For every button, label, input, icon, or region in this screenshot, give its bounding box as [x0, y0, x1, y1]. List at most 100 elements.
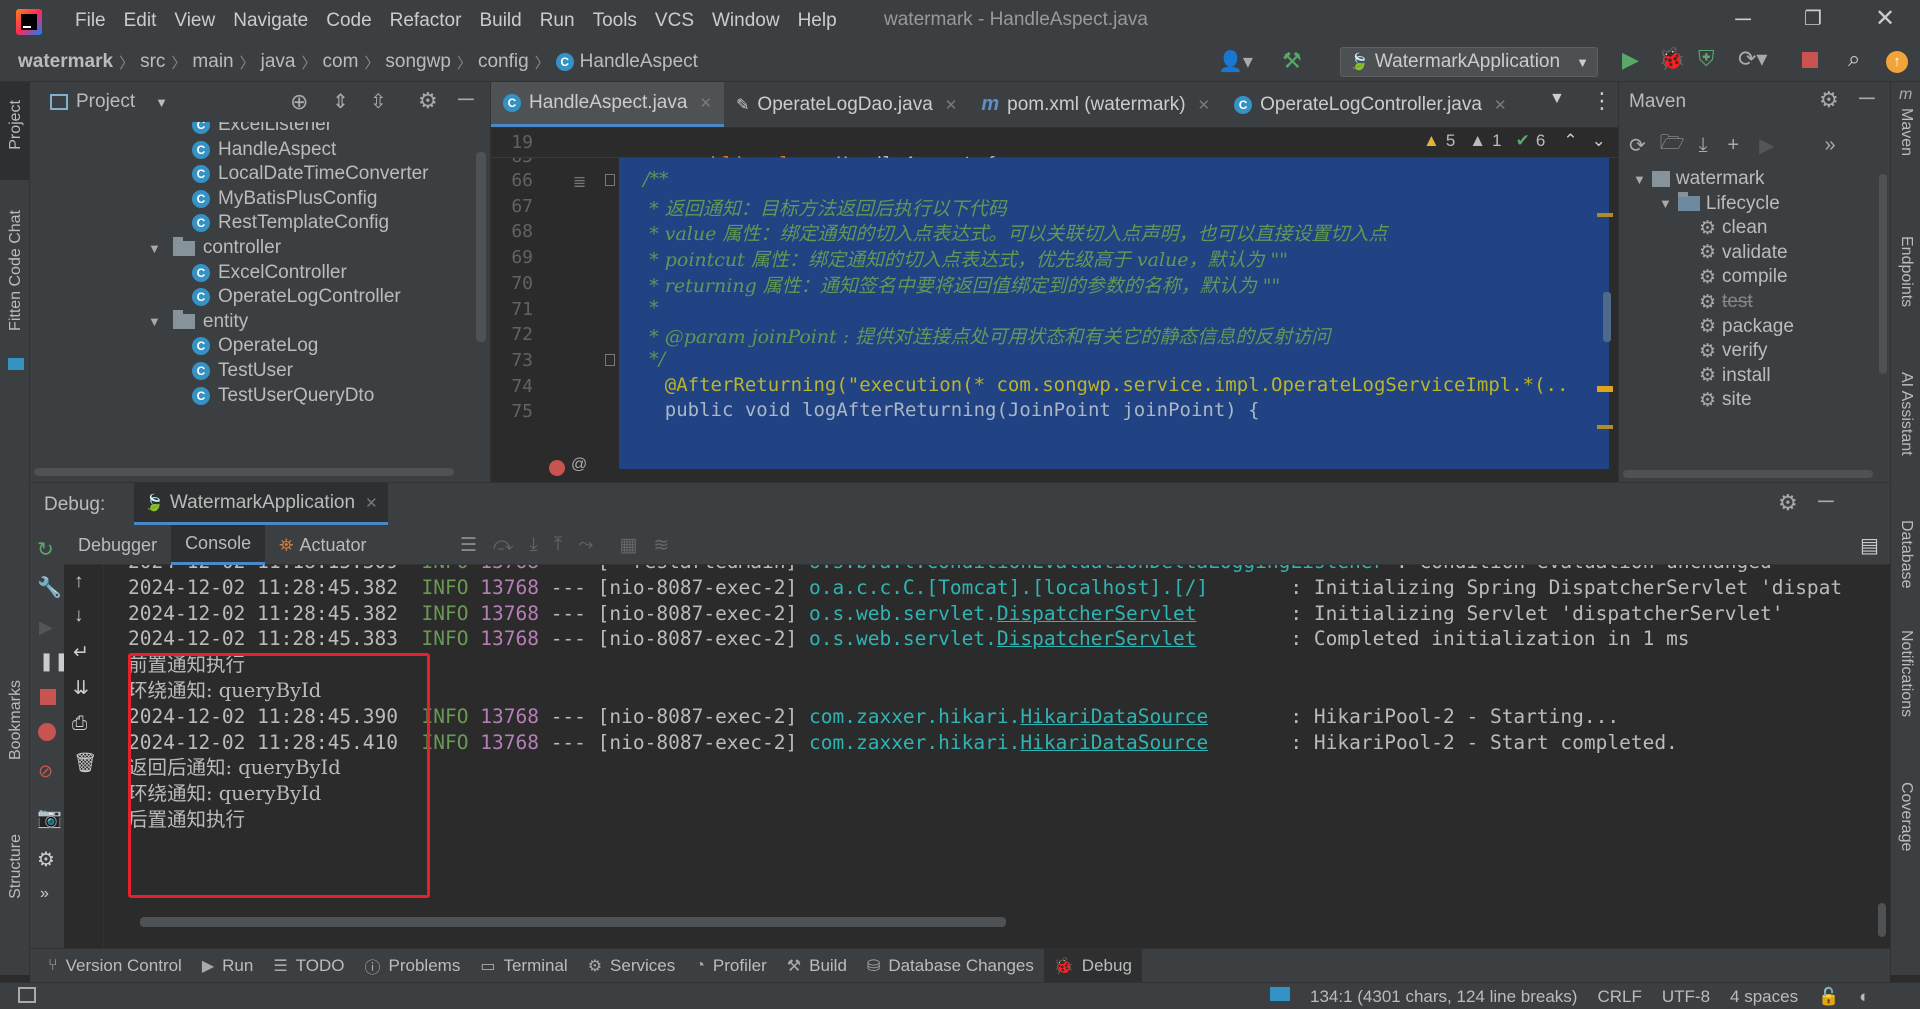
- chevron-down-icon[interactable]: ▼: [148, 314, 161, 329]
- log-logger-link[interactable]: HikariDataSource: [1020, 705, 1208, 728]
- close-icon[interactable]: ✕: [1198, 96, 1211, 114]
- menu-view[interactable]: View: [165, 0, 224, 42]
- hide-icon[interactable]: ─: [1859, 85, 1875, 111]
- menu-edit[interactable]: Edit: [115, 0, 166, 42]
- more-icon[interactable]: »: [40, 885, 49, 903]
- maven-hscrollbar[interactable]: [1623, 470, 1873, 478]
- menu-refactor[interactable]: Refactor: [381, 0, 471, 42]
- project-tree-item[interactable]: ▼ controller: [30, 235, 281, 261]
- code-area[interactable]: 65 66 /** 67 * 返回通知：目标方法返回后执行以下代码 68 * val…: [491, 158, 1619, 482]
- trash-icon[interactable]: 🗑: [73, 751, 97, 775]
- locate-icon[interactable]: ⊕: [290, 89, 308, 115]
- hide-icon[interactable]: ─: [458, 86, 474, 112]
- wrench-icon[interactable]: 🔧: [37, 575, 62, 600]
- bottom-tab-database-changes[interactable]: ⛁ Database Changes: [857, 949, 1044, 982]
- breadcrumb-item[interactable]: config: [478, 51, 529, 73]
- bottom-tab-debug[interactable]: 🐞 Debug: [1043, 949, 1142, 982]
- project-tree-item[interactable]: C MyBatisPlusConfig: [30, 186, 377, 212]
- run-to-cursor-icon[interactable]: ⤳: [578, 534, 593, 556]
- fold-marker-icon[interactable]: [605, 174, 615, 186]
- close-icon[interactable]: ✕: [699, 94, 712, 112]
- bookmarks-label[interactable]: Bookmarks: [7, 680, 25, 760]
- minimize-button[interactable]: ─: [1728, 6, 1758, 36]
- chevron-down-icon[interactable]: ▼: [1633, 172, 1646, 187]
- editor-tab[interactable]: C OperateLogController.java ✕: [1222, 82, 1518, 127]
- next-highlight-icon[interactable]: ⌄: [1592, 131, 1606, 151]
- project-tree-item[interactable]: C ExcelListener: [30, 122, 332, 138]
- gear-icon[interactable]: ⚙: [37, 847, 55, 872]
- rerun-icon[interactable]: ↻: [37, 537, 54, 562]
- breadcrumb-item[interactable]: src: [140, 51, 165, 73]
- run-config-select[interactable]: 🍃 WatermarkApplication ▼: [1340, 47, 1598, 77]
- file-encoding[interactable]: UTF-8: [1662, 987, 1710, 1007]
- chevron-down-icon[interactable]: ▼: [148, 241, 161, 256]
- lock-icon[interactable]: 🔓: [1818, 987, 1839, 1007]
- maven-tree-item[interactable]: ▼ watermark: [1633, 170, 1765, 192]
- breadcrumb-item[interactable]: main: [192, 51, 233, 73]
- menu-code[interactable]: Code: [317, 0, 380, 42]
- coverage-label[interactable]: Coverage: [1897, 782, 1915, 851]
- project-tool-label[interactable]: Project: [7, 100, 25, 150]
- doc-render-icon[interactable]: ≣: [573, 172, 586, 192]
- console-vscrollbar[interactable]: [1878, 903, 1886, 937]
- bottom-tab-services[interactable]: ⚙ Services: [578, 949, 686, 982]
- breadcrumb-item[interactable]: java: [261, 51, 296, 73]
- fold-marker-icon[interactable]: [605, 353, 615, 366]
- bottom-tab-terminal[interactable]: ▭ Terminal: [470, 949, 577, 982]
- mute-breakpoints-icon[interactable]: ⊘: [38, 761, 53, 782]
- gear-icon[interactable]: ⚙: [418, 88, 438, 114]
- stop-icon[interactable]: [40, 689, 56, 705]
- search-icon[interactable]: ⌕: [1848, 46, 1860, 72]
- down-icon[interactable]: ↓: [74, 605, 84, 627]
- expand-all-icon[interactable]: ⇕: [332, 89, 349, 114]
- debug-tab-actuator[interactable]: ⛯ Actuator: [265, 525, 380, 565]
- gear-icon[interactable]: ⚙: [1819, 87, 1839, 113]
- toggle-tool-windows-icon[interactable]: [18, 987, 36, 1003]
- log-logger-link[interactable]: HikariDataSource: [1020, 731, 1208, 754]
- build-hammer-icon[interactable]: ⚒: [1282, 48, 1302, 74]
- bottom-tab-run[interactable]: ▶ Run: [192, 949, 264, 982]
- bottom-tab-profiler[interactable]: ◔ Profiler: [685, 949, 777, 982]
- breadcrumb-item[interactable]: watermark: [18, 51, 113, 73]
- maven-tree-item[interactable]: ⚙ verify: [1699, 338, 1767, 364]
- soft-wrap-icon[interactable]: ↵: [73, 641, 89, 664]
- breadcrumb-file[interactable]: HandleAspect: [580, 51, 698, 73]
- console-hscrollbar[interactable]: [140, 917, 1006, 927]
- tabs-menu-icon[interactable]: ⋮: [1591, 88, 1613, 114]
- menu-run[interactable]: Run: [531, 0, 584, 42]
- menu-tools[interactable]: Tools: [584, 0, 646, 42]
- maven-tree-item[interactable]: ⚙ package: [1699, 314, 1794, 340]
- menu-window[interactable]: Window: [703, 0, 789, 42]
- ai-assistant-label[interactable]: AI Assistant: [1897, 372, 1915, 456]
- menu-navigate[interactable]: Navigate: [224, 0, 317, 42]
- bottom-tab-version-control[interactable]: ⑂ Version Control: [38, 949, 192, 982]
- reload-icon[interactable]: ⟳: [1629, 133, 1646, 158]
- editor-tab[interactable]: C HandleAspect.java ✕: [491, 82, 725, 127]
- trace-icon[interactable]: ≋: [653, 534, 669, 557]
- menu-icon[interactable]: ☰: [460, 534, 477, 557]
- maven-tree-item[interactable]: ⚙ test: [1699, 289, 1753, 315]
- project-tree-item[interactable]: C TestUserQueryDto: [30, 383, 374, 409]
- project-tree-item[interactable]: ▼ entity: [30, 309, 248, 335]
- inspection-widget[interactable]: ▲ 5 ▲ 1 ✔ 6 ⌃ ⌄: [1423, 131, 1606, 151]
- menu-file[interactable]: File: [66, 0, 115, 42]
- maven-tree-item[interactable]: ⚙ site: [1699, 387, 1752, 413]
- project-tree-item[interactable]: C LocalDateTimeConverter: [30, 161, 429, 187]
- indent-setting[interactable]: 4 spaces: [1730, 987, 1798, 1007]
- step-out-icon[interactable]: ⤒: [554, 534, 562, 556]
- editor-tab[interactable]: m pom.xml (watermark) ✕: [969, 82, 1222, 127]
- menu-build[interactable]: Build: [470, 0, 530, 42]
- camera-icon[interactable]: 📷: [37, 805, 62, 830]
- debug-bug-icon[interactable]: 🐞: [1658, 46, 1685, 72]
- tabs-overflow-icon[interactable]: ▼: [1549, 90, 1565, 108]
- step-over-icon[interactable]: ⤼: [493, 534, 513, 556]
- coverage-icon[interactable]: ⛨: [1698, 46, 1715, 72]
- user-icon[interactable]: 👤▾: [1218, 49, 1253, 74]
- project-tree-item[interactable]: C HandleAspect: [30, 137, 336, 163]
- editor-scrollbar[interactable]: [1603, 292, 1611, 342]
- update-icon[interactable]: ↑: [1886, 51, 1908, 73]
- project-scrollbar[interactable]: [476, 152, 486, 342]
- run-goal-icon[interactable]: ▶: [1759, 133, 1774, 158]
- chevron-down-icon[interactable]: ▼: [1659, 196, 1672, 211]
- maven-tree-item[interactable]: ⚙ validate: [1699, 240, 1788, 266]
